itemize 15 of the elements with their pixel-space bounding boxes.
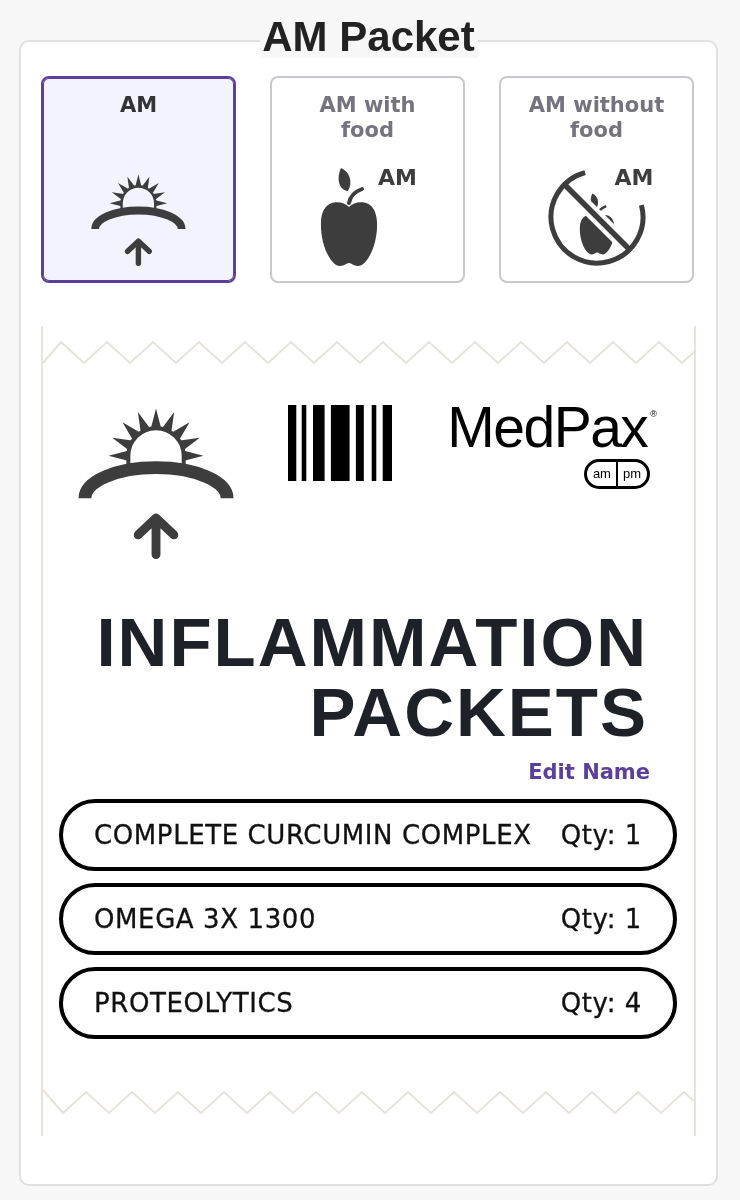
quantity-label: Qty: 1 [560,820,642,850]
supplement-name: OMEGA 3X 1300 [94,904,317,934]
sunrise-icon [90,172,187,267]
timing-option[interactable]: AM without food AM [499,76,694,283]
timing-option[interactable]: AM [41,76,236,283]
quantity-label: Qty: 4 [560,988,642,1018]
packet-name-heading: INFLAMMATION PACKETS [95,608,649,748]
am-pm-pill: am pm [583,459,650,489]
logo-wordmark: MedPax$^{®}$ [447,399,657,456]
supplement-name: COMPLETE CURCUMIN COMPLEX [94,820,532,850]
quantity-label: Qty: 1 [560,904,642,934]
barcode-icon [288,405,392,481]
supplement-name: PROTEOLYTICS [94,988,294,1018]
timing-option[interactable]: AM with food AM [270,76,465,283]
edit-name-link[interactable]: Edit Name [528,759,650,785]
